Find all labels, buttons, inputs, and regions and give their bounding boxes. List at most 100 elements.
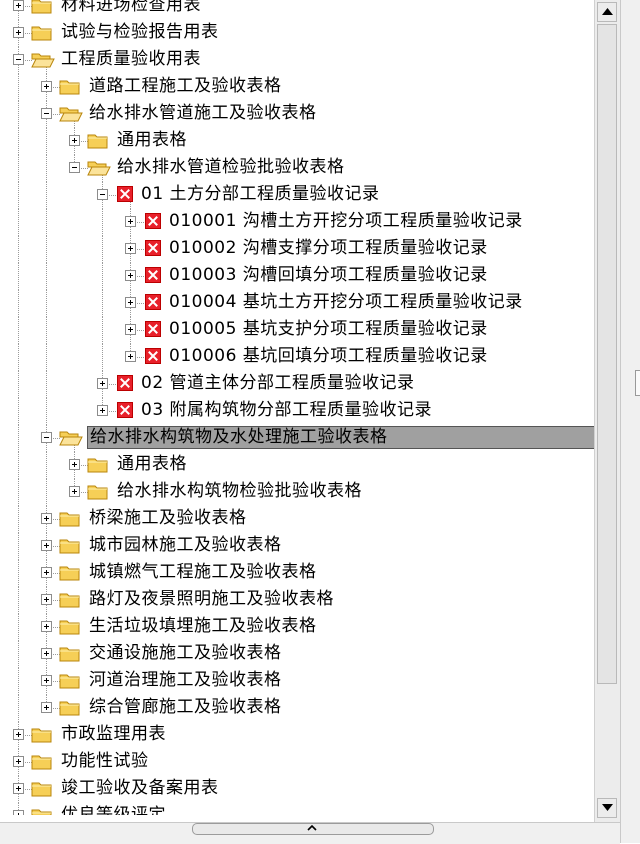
tree-node-label[interactable]: 给水排水管道检验批验收表格 [115,156,347,179]
tree-node-record[interactable]: 010004 基坑土方开挖分项工程质量验收记录 [0,290,594,317]
tree-node-label[interactable]: 优良等级评定 [59,804,168,815]
tree-node-label[interactable]: 路灯及夜景照明施工及验收表格 [87,588,336,611]
tree-node-label[interactable]: 02 管道主体分部工程质量验收记录 [139,372,417,395]
tree-node-label[interactable]: 03 附属构筑物分部工程质量验收记录 [139,399,434,422]
expand-toggle-icon[interactable] [125,351,136,362]
expand-toggle-icon[interactable] [13,756,24,767]
tree-node-label[interactable]: 通用表格 [115,453,189,476]
tree-node-folder[interactable]: 材料进场检查用表 [0,0,594,20]
splitter-grip[interactable] [192,823,434,835]
scroll-up-button[interactable] [597,2,617,22]
tree-node-record[interactable]: 010003 沟槽回填分项工程质量验收记录 [0,263,594,290]
tree-node-record[interactable]: 010005 基坑支护分项工程质量验收记录 [0,317,594,344]
tree-node-folder[interactable]: 市政监理用表 [0,722,594,749]
tree-node-label[interactable]: 010005 基坑支护分项工程质量验收记录 [167,318,490,341]
expand-toggle-icon[interactable] [41,540,52,551]
expand-toggle-icon[interactable] [13,0,24,11]
tree-node-label[interactable]: 河道治理施工及验收表格 [87,669,284,692]
tree-node-label[interactable]: 01 土方分部工程质量验收记录 [139,183,382,206]
tree-node-folder[interactable]: 给水排水构筑物及水处理施工验收表格 [0,425,594,452]
tree-node-label[interactable]: 给水排水构筑物及水处理施工验收表格 [87,426,594,449]
tree-view[interactable]: 材料进场检查用表试验与检验报告用表 工程质量验收用表道路工程施工及验收表格给水排水… [0,0,594,815]
tree-node-folder[interactable]: 河道治理施工及验收表格 [0,668,594,695]
expand-toggle-icon[interactable] [41,567,52,578]
tree-node-label[interactable]: 通用表格 [115,129,189,152]
tree-node-label[interactable]: 道路工程施工及验收表格 [87,75,284,98]
tree-node-record[interactable]: 010006 基坑回填分项工程质量验收记录 [0,344,594,371]
expand-toggle-icon[interactable] [41,594,52,605]
tree-node-folder[interactable]: 综合管廊施工及验收表格 [0,695,594,722]
tree-node-folder[interactable]: 试验与检验报告用表 [0,20,594,47]
tree-node-label[interactable]: 010006 基坑回填分项工程质量验收记录 [167,345,490,368]
tree-node-folder[interactable]: 通用表格 [0,128,594,155]
expand-toggle-icon[interactable] [13,27,24,38]
collapse-handle[interactable] [635,370,640,396]
expand-toggle-icon[interactable] [41,702,52,713]
tree-node-label[interactable]: 材料进场检查用表 [59,0,203,17]
expand-toggle-icon[interactable] [13,729,24,740]
tree-node-folder[interactable]: 道路工程施工及验收表格 [0,74,594,101]
expand-toggle-icon[interactable] [125,297,136,308]
tree-node-record[interactable]: 02 管道主体分部工程质量验收记录 [0,371,594,398]
tree-node-folder[interactable]: 竣工验收及备案用表 [0,776,594,803]
tree-node-folder[interactable]: 生活垃圾填埋施工及验收表格 [0,614,594,641]
tree-node-label[interactable]: 桥梁施工及验收表格 [87,507,249,530]
expand-toggle-icon[interactable] [41,621,52,632]
tree-node-label[interactable]: 试验与检验报告用表 [59,21,221,44]
tree-node-label[interactable]: 交通设施施工及验收表格 [87,642,284,665]
tree-node-folder[interactable]: 路灯及夜景照明施工及验收表格 [0,587,594,614]
tree-node-record[interactable]: 01 土方分部工程质量验收记录 [0,182,594,209]
scroll-down-button[interactable] [597,798,617,818]
collapse-toggle-icon[interactable] [41,432,52,443]
tree-node-label[interactable]: 城市园林施工及验收表格 [87,534,284,557]
tree-node-label[interactable]: 综合管廊施工及验收表格 [87,696,284,719]
tree-node-record[interactable]: 010001 沟槽土方开挖分项工程质量验收记录 [0,209,594,236]
tree-node-folder[interactable]: 优良等级评定 [0,803,594,815]
expand-toggle-icon[interactable] [69,486,80,497]
tree-node-label[interactable]: 给水排水管道施工及验收表格 [87,102,319,125]
tree-node-label[interactable]: 城镇燃气工程施工及验收表格 [87,561,319,584]
expand-toggle-icon[interactable] [125,270,136,281]
expand-toggle-icon[interactable] [69,135,80,146]
vertical-scrollbar[interactable] [594,0,621,822]
tree-node-folder[interactable]: 桥梁施工及验收表格 [0,506,594,533]
tree-node-folder[interactable]: 给水排水管道施工及验收表格 [0,101,594,128]
expand-toggle-icon[interactable] [97,378,108,389]
collapse-toggle-icon[interactable] [13,54,24,65]
tree-node-label[interactable]: 工程质量验收用表 [59,48,203,71]
tree-node-label[interactable]: 市政监理用表 [59,723,168,746]
expand-toggle-icon[interactable] [125,324,136,335]
tree-node-folder[interactable]: 交通设施施工及验收表格 [0,641,594,668]
tree-node-label[interactable]: 竣工验收及备案用表 [59,777,221,800]
expand-toggle-icon[interactable] [41,675,52,686]
expand-toggle-icon[interactable] [41,513,52,524]
expand-toggle-icon[interactable] [41,648,52,659]
expand-toggle-icon[interactable] [125,216,136,227]
expand-toggle-icon[interactable] [13,783,24,794]
tree-node-label[interactable]: 功能性试验 [59,750,151,773]
tree-node-label[interactable]: 010004 基坑土方开挖分项工程质量验收记录 [167,291,525,314]
scrollbar-thumb[interactable] [597,24,617,684]
tree-node-label[interactable]: 010001 沟槽土方开挖分项工程质量验收记录 [167,210,525,233]
tree-node-folder[interactable]: 通用表格 [0,452,594,479]
expand-toggle-icon[interactable] [69,459,80,470]
tree-node-label[interactable]: 生活垃圾填埋施工及验收表格 [87,615,319,638]
collapse-toggle-icon[interactable] [69,162,80,173]
tree-node-folder[interactable]: 给水排水管道检验批验收表格 [0,155,594,182]
tree-node-folder[interactable]: 功能性试验 [0,749,594,776]
collapse-toggle-icon[interactable] [41,108,52,119]
tree-node-record[interactable]: 010002 沟槽支撑分项工程质量验收记录 [0,236,594,263]
tree-node-label[interactable]: 给水排水构筑物检验批验收表格 [115,480,364,503]
expand-toggle-icon[interactable] [41,81,52,92]
expand-toggle-icon[interactable] [13,810,24,815]
tree-node-folder[interactable]: 城镇燃气工程施工及验收表格 [0,560,594,587]
expand-toggle-icon[interactable] [97,405,108,416]
expand-toggle-icon[interactable] [125,243,136,254]
tree-node-label[interactable]: 010003 沟槽回填分项工程质量验收记录 [167,264,490,287]
tree-node-folder[interactable]: 给水排水构筑物检验批验收表格 [0,479,594,506]
tree-node-record[interactable]: 03 附属构筑物分部工程质量验收记录 [0,398,594,425]
tree-node-folder[interactable]: 工程质量验收用表 [0,47,594,74]
tree-node-label[interactable]: 010002 沟槽支撑分项工程质量验收记录 [167,237,490,260]
tree-node-folder[interactable]: 城市园林施工及验收表格 [0,533,594,560]
collapse-toggle-icon[interactable] [97,189,108,200]
